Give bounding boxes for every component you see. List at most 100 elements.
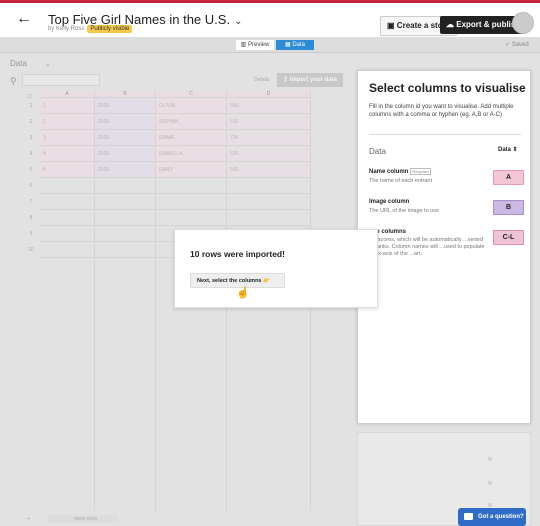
hand-cursor-icon: ☝ <box>236 287 250 299</box>
grid-column-line <box>155 258 156 510</box>
table-cell[interactable]: 2016 <box>95 98 156 114</box>
table-cell[interactable]: 2016 <box>95 130 156 146</box>
preview-label: Preview <box>248 42 270 48</box>
row-number[interactable]: 3 <box>22 130 40 146</box>
got-a-question-button[interactable]: Got a question? <box>458 508 526 526</box>
table-cell[interactable]: SOPHIA <box>156 114 227 130</box>
data-sheet-label: Data <box>10 59 27 68</box>
back-arrow-icon[interactable]: ← <box>14 9 34 29</box>
header-bar: ← Top Five Girl Names in the U.S. ⌄ by Ke… <box>0 3 540 38</box>
user-avatar[interactable] <box>512 12 534 34</box>
row-number[interactable]: 7 <box>22 194 40 210</box>
ghost-dot <box>488 457 492 461</box>
panel-divider <box>369 134 521 135</box>
table-cell[interactable]: 3 <box>40 130 95 146</box>
table-cell[interactable] <box>40 210 95 226</box>
image-column-label: Image column <box>369 199 410 205</box>
more-rows-field[interactable]: more rows <box>48 515 118 523</box>
import-label: Import your data <box>289 77 338 83</box>
details-link[interactable]: Details <box>254 77 269 83</box>
table-cell[interactable] <box>95 226 156 242</box>
ghost-dot <box>488 503 492 507</box>
row-number[interactable]: 10 <box>22 242 40 258</box>
row-number[interactable]: 2 <box>22 114 40 130</box>
table-cell[interactable] <box>40 178 95 194</box>
table-cell[interactable]: 2016 <box>95 146 156 162</box>
row-number[interactable]: 9 <box>22 226 40 242</box>
score-columns-input[interactable]: C-L <box>493 230 524 245</box>
required-badge: Required <box>410 168 431 175</box>
table-cell[interactable]: 2016 <box>95 162 156 178</box>
table-cell[interactable]: ISABELLA <box>156 146 227 162</box>
cloud-upload-icon: ☁ <box>446 20 454 29</box>
select-columns-panel: Select columns to visualise Fill in the … <box>357 70 531 424</box>
add-row-icon[interactable]: + <box>26 514 31 523</box>
table-cell[interactable] <box>95 210 156 226</box>
table-cell[interactable]: 666 <box>227 98 311 114</box>
search-icon: ⚲ <box>10 76 17 86</box>
table-cell[interactable]: 565 <box>227 162 311 178</box>
row-number[interactable]: 5 <box>22 162 40 178</box>
table-cell[interactable]: EMMA <box>156 130 227 146</box>
visualisation-title[interactable]: Top Five Girl Names in the U.S. ⌄ <box>48 12 242 27</box>
search-input[interactable] <box>22 74 100 86</box>
table-cell[interactable] <box>40 194 95 210</box>
tab-data[interactable]: ▦ Data <box>276 40 314 50</box>
table-cell[interactable] <box>227 194 311 210</box>
title-text: Top Five Girl Names in the U.S. <box>48 12 231 27</box>
table-cell[interactable]: 615 <box>227 114 311 130</box>
table-cell[interactable] <box>95 194 156 210</box>
table-cell[interactable] <box>40 242 95 258</box>
data-label: Data <box>292 42 306 48</box>
table-cell[interactable]: 704 <box>227 130 311 146</box>
table-cell[interactable] <box>40 226 95 242</box>
row-number[interactable]: 4 <box>22 146 40 162</box>
table-cell[interactable]: 4 <box>40 146 95 162</box>
name-column-label: Name column Required <box>369 168 431 175</box>
question-label: Got a question? <box>478 514 524 520</box>
title-chevron-down-icon[interactable]: ⌄ <box>234 16 242 27</box>
upload-icon: ⇪ <box>282 77 288 83</box>
column-header-c[interactable]: C <box>156 90 227 98</box>
name-column-input[interactable]: A <box>493 170 524 185</box>
table-cell[interactable] <box>227 210 311 226</box>
import-data-button[interactable]: ⇪ Import your data <box>277 73 343 87</box>
table-cell[interactable] <box>227 178 311 194</box>
table-cell[interactable] <box>95 178 156 194</box>
table-cell[interactable]: 1 <box>40 98 95 114</box>
score-columns-description: ...y scores, which will be automatically… <box>369 237 485 257</box>
table-cell[interactable] <box>156 178 227 194</box>
column-header-d[interactable]: D <box>227 90 311 98</box>
table-cell[interactable]: EMILY <box>156 162 227 178</box>
row-number[interactable]: 1 <box>22 98 40 114</box>
row-number[interactable]: 8 <box>22 210 40 226</box>
name-column-title: Name column <box>369 169 409 175</box>
name-column-description: The name of each entrant <box>369 178 432 184</box>
image-column-input[interactable]: B <box>493 200 524 215</box>
table-icon: ▦ <box>284 42 291 48</box>
chat-bubble-icon <box>464 513 473 520</box>
table-cell[interactable] <box>156 210 227 226</box>
import-success-dialog: 10 rows were imported! Next, select the … <box>174 229 378 308</box>
table-cell[interactable]: 626 <box>227 146 311 162</box>
tab-preview[interactable]: ▥ Preview <box>236 40 274 50</box>
author-name: by Kelly Ross <box>48 26 85 32</box>
table-cell[interactable] <box>156 194 227 210</box>
column-header-b[interactable]: B <box>95 90 156 98</box>
panel-data-select[interactable]: Data ⇕ <box>498 146 518 153</box>
data-sheet-select[interactable]: Data ⌄ <box>10 59 51 68</box>
table-cell[interactable]: 5 <box>40 162 95 178</box>
byline: by Kelly Ross Publicly visible <box>48 25 133 33</box>
panel-title: Select columns to visualise <box>369 81 526 95</box>
preview-icon: ▥ <box>240 42 247 48</box>
table-cell[interactable] <box>95 242 156 258</box>
table-cell[interactable]: 2016 <box>95 114 156 130</box>
row-number[interactable]: 6 <box>22 178 40 194</box>
story-icon: ▣ <box>387 21 395 30</box>
column-header-a[interactable]: A <box>40 90 95 98</box>
table-cell[interactable]: 2 <box>40 114 95 130</box>
table-cell[interactable]: OLIVIA <box>156 98 227 114</box>
visibility-badge[interactable]: Publicly visible <box>87 25 133 33</box>
sheet-chevron-down-icon: ⌄ <box>44 61 51 68</box>
grid-column-line <box>94 258 95 510</box>
